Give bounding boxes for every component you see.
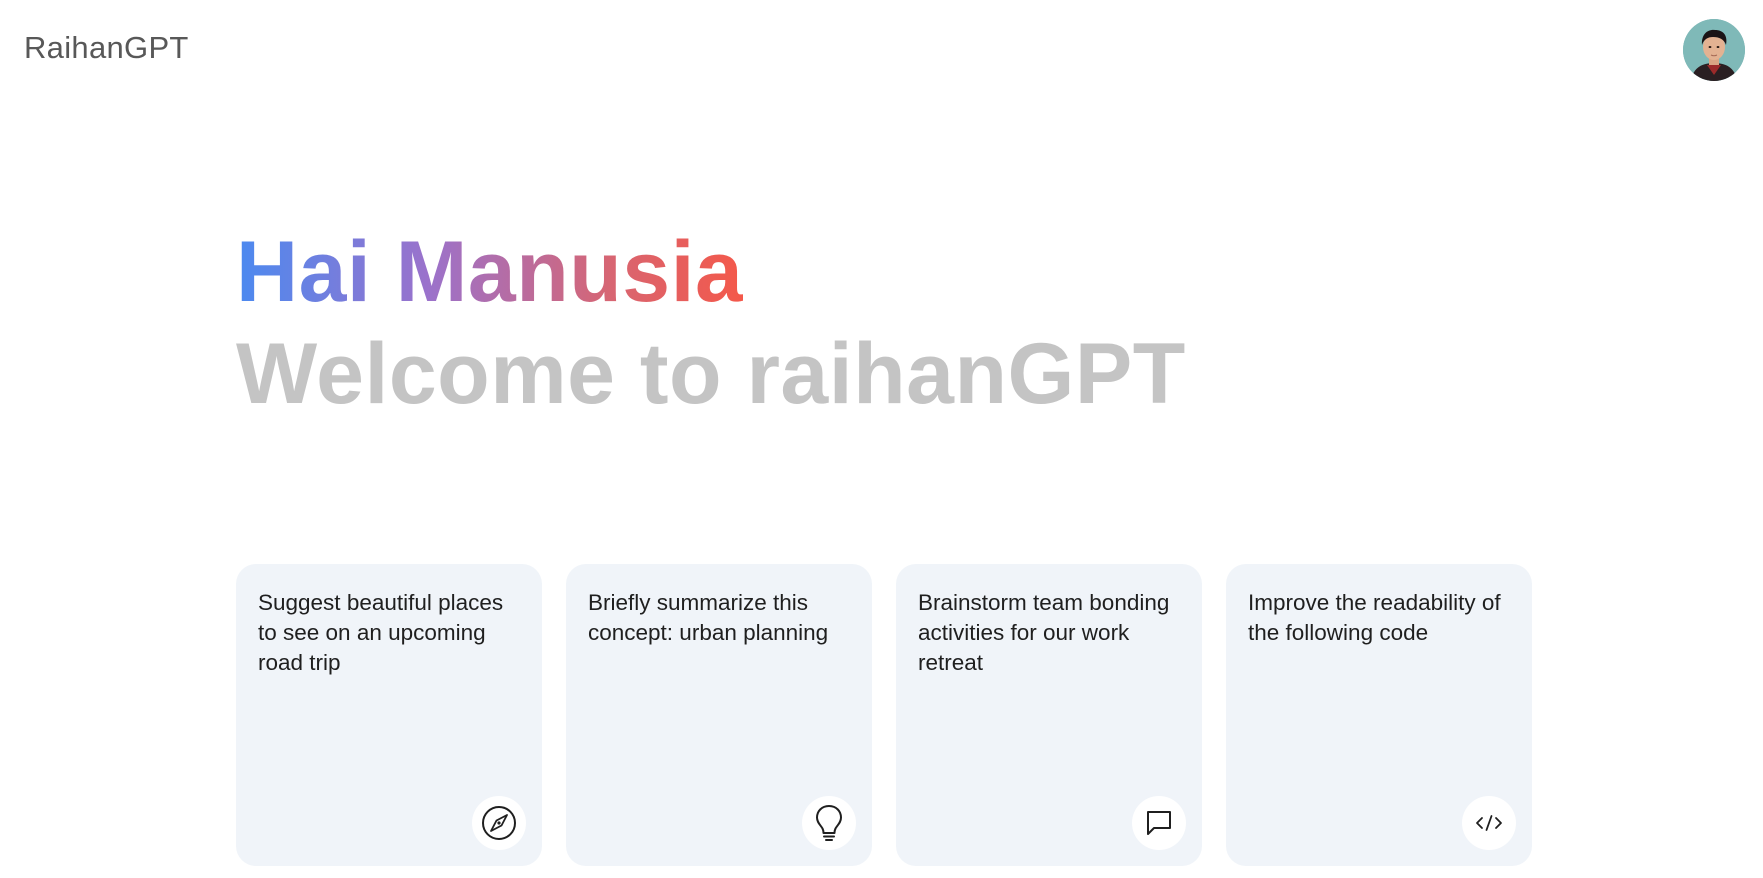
suggestion-card-team-bonding[interactable]: Brainstorm team bonding activities for o… [896, 564, 1202, 866]
compass-icon [472, 796, 526, 850]
card-text: Briefly summarize this concept: urban pl… [588, 590, 829, 645]
chat-bubble-icon [1132, 796, 1186, 850]
top-bar: RaihanGPT [0, 0, 1763, 100]
suggestion-card-code-readability[interactable]: Improve the readability of the following… [1226, 564, 1532, 866]
card-text: Improve the readability of the following… [1248, 590, 1501, 645]
hero-section: Hai Manusia Welcome to raihanGPT [236, 222, 1186, 426]
welcome-heading: Welcome to raihanGPT [236, 326, 1186, 422]
suggestion-card-road-trip[interactable]: Suggest beautiful places to see on an up… [236, 564, 542, 866]
user-avatar[interactable] [1683, 19, 1745, 81]
app-title: RaihanGPT [24, 30, 189, 65]
lightbulb-icon [802, 796, 856, 850]
code-icon [1462, 796, 1516, 850]
suggestion-card-urban-planning[interactable]: Briefly summarize this concept: urban pl… [566, 564, 872, 866]
card-text: Suggest beautiful places to see on an up… [258, 590, 504, 675]
suggestion-cards: Suggest beautiful places to see on an up… [236, 564, 1532, 866]
card-text: Brainstorm team bonding activities for o… [918, 590, 1170, 675]
greeting-heading: Hai Manusia [236, 224, 744, 320]
